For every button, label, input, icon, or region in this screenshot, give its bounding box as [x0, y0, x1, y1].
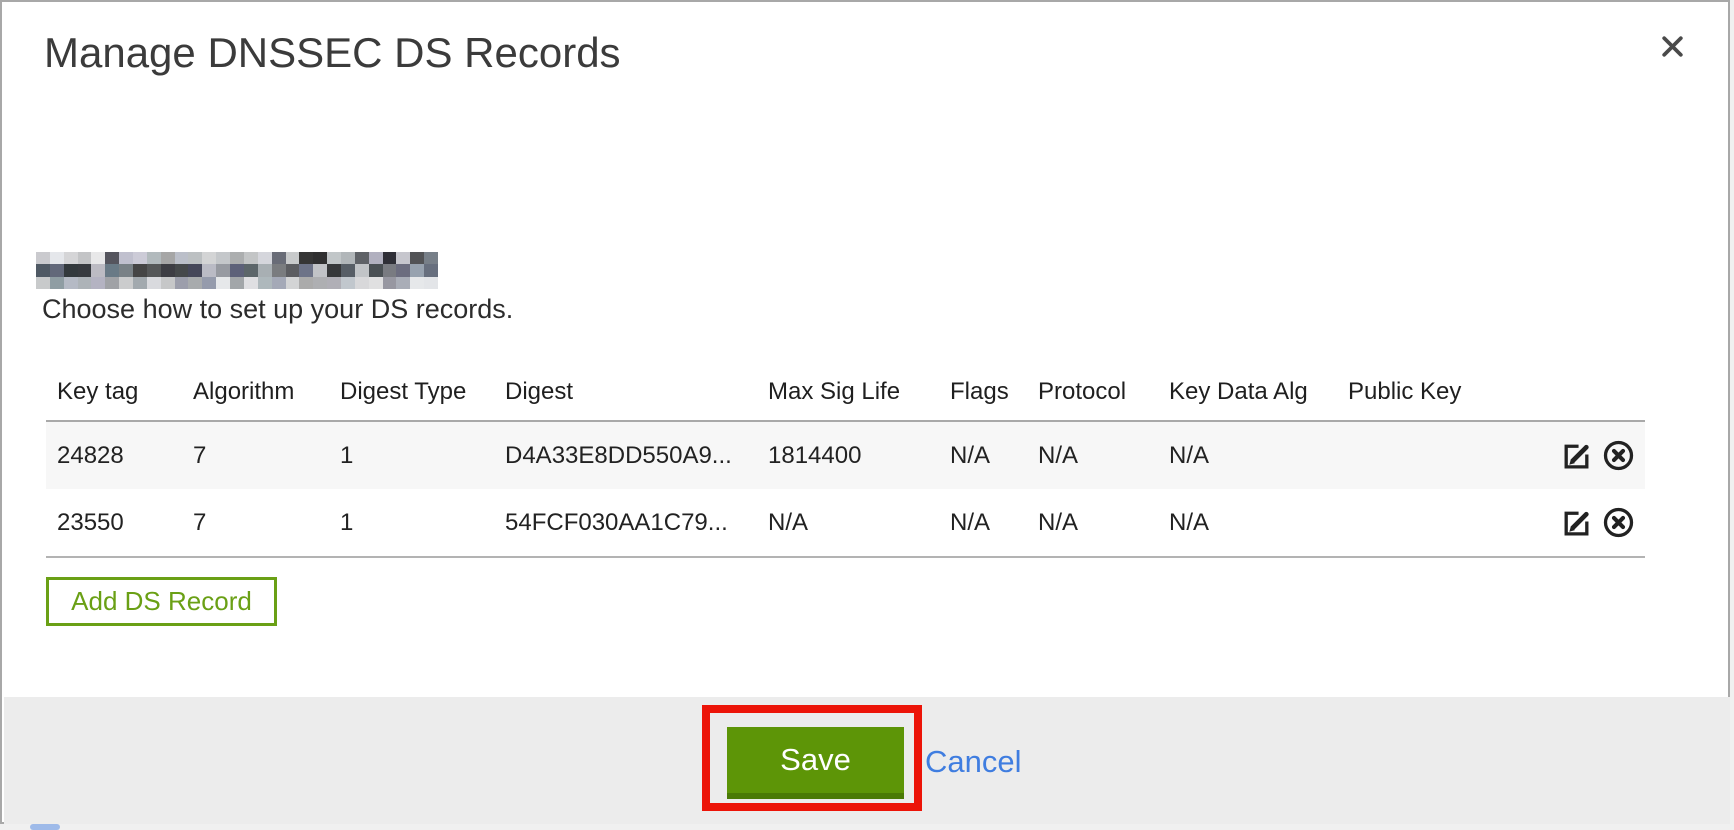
cell-public-key [1337, 421, 1487, 489]
column-header: Key tag [46, 364, 182, 421]
delete-record-button[interactable] [1602, 439, 1635, 472]
cancel-link[interactable]: Cancel [925, 744, 1022, 780]
edit-record-button[interactable] [1560, 506, 1593, 539]
row-actions [1487, 421, 1645, 489]
column-header: Digest [494, 364, 757, 421]
row-actions [1487, 489, 1645, 557]
pencil-square-edit-icon [1560, 506, 1593, 539]
header-row: Key tagAlgorithmDigest TypeDigestMax Sig… [46, 364, 1645, 421]
delete-record-button[interactable] [1602, 506, 1635, 539]
cell-flags: N/A [939, 421, 1027, 489]
column-header: Digest Type [329, 364, 494, 421]
cell-protocol: N/A [1027, 421, 1158, 489]
close-icon [1659, 33, 1686, 63]
background-content [30, 824, 60, 830]
table-row: 23550 7 1 54FCF030AA1C79... N/A N/A N/A … [46, 489, 1645, 557]
column-header: Public Key [1337, 364, 1487, 421]
cell-digest: D4A33E8DD550A9... [494, 421, 757, 489]
cell-key-tag: 23550 [46, 489, 182, 557]
instruction-text: Choose how to set up your DS records. [42, 294, 513, 325]
cell-digest-type: 1 [329, 421, 494, 489]
ds-records-table: Key tagAlgorithmDigest TypeDigestMax Sig… [46, 364, 1645, 558]
column-header: Flags [939, 364, 1027, 421]
cell-max-sig-life: N/A [757, 489, 939, 557]
column-header: Protocol [1027, 364, 1158, 421]
cell-flags: N/A [939, 489, 1027, 557]
cell-digest-type: 1 [329, 489, 494, 557]
column-header: Max Sig Life [757, 364, 939, 421]
column-header: Algorithm [182, 364, 329, 421]
cell-max-sig-life: 1814400 [757, 421, 939, 489]
cell-public-key [1337, 489, 1487, 557]
actions-header [1487, 364, 1645, 421]
pencil-square-edit-icon [1560, 439, 1593, 472]
circle-x-delete-icon [1602, 439, 1635, 472]
column-header: Key Data Alg [1158, 364, 1337, 421]
dnssec-dialog: Manage DNSSEC DS Records Choose how to s… [0, 0, 1730, 824]
cell-key-data-alg: N/A [1158, 421, 1337, 489]
table-row: 24828 7 1 D4A33E8DD550A9... 1814400 N/A … [46, 421, 1645, 489]
edit-record-button[interactable] [1560, 439, 1593, 472]
circle-x-delete-icon [1602, 506, 1635, 539]
ds-records-body: 24828 7 1 D4A33E8DD550A9... 1814400 N/A … [46, 421, 1645, 557]
cell-key-tag: 24828 [46, 421, 182, 489]
close-button[interactable] [1648, 24, 1696, 72]
cell-algorithm: 7 [182, 489, 329, 557]
add-ds-record-button[interactable]: Add DS Record [46, 577, 277, 626]
cell-algorithm: 7 [182, 421, 329, 489]
cell-digest: 54FCF030AA1C79... [494, 489, 757, 557]
save-button[interactable]: Save [727, 727, 904, 799]
page-title: Manage DNSSEC DS Records [44, 29, 621, 77]
redacted-domain [36, 252, 438, 289]
cell-protocol: N/A [1027, 489, 1158, 557]
cell-key-data-alg: N/A [1158, 489, 1337, 557]
